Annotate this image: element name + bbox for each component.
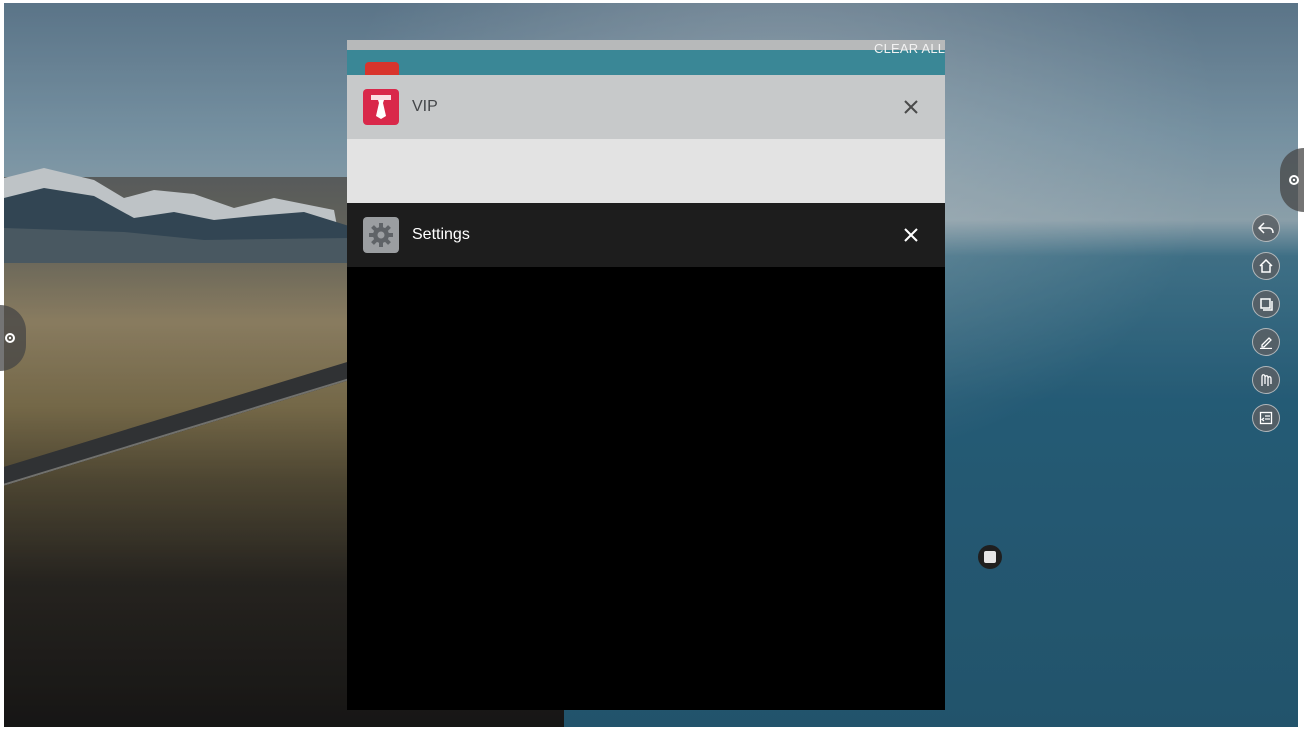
recent-card-edge bbox=[347, 40, 945, 50]
recent-card-header[interactable]: Settings bbox=[347, 203, 945, 267]
recent-card-settings[interactable]: Settings bbox=[347, 203, 945, 710]
touch-tool-button[interactable] bbox=[1252, 366, 1280, 394]
recent-apps-button[interactable] bbox=[1252, 290, 1280, 318]
home-icon bbox=[1259, 259, 1273, 273]
right-toolbar bbox=[1252, 214, 1282, 442]
close-icon bbox=[904, 228, 918, 242]
close-settings-button[interactable] bbox=[893, 217, 929, 253]
annotate-button[interactable] bbox=[1252, 328, 1280, 356]
recent-card-title: Settings bbox=[412, 226, 470, 243]
clear-all-button[interactable]: CLEAR ALL bbox=[874, 41, 945, 56]
recent-card-vip[interactable]: VIP bbox=[347, 75, 945, 203]
recent-card-preview[interactable] bbox=[347, 139, 945, 203]
back-button[interactable] bbox=[1252, 214, 1280, 242]
recent-card-title: VIP bbox=[412, 98, 438, 115]
recent-apps-panel: VIP Settings bbox=[347, 40, 945, 710]
floating-menu-button[interactable] bbox=[978, 545, 1002, 569]
recent-card-background-app[interactable] bbox=[347, 50, 945, 76]
touch-tool-icon bbox=[1261, 374, 1272, 386]
sidebar-panel-icon bbox=[1259, 411, 1273, 425]
home-button[interactable] bbox=[1252, 252, 1280, 280]
settings-icon bbox=[1289, 175, 1299, 185]
tie-icon bbox=[363, 89, 399, 125]
settings-icon bbox=[5, 333, 15, 343]
gear-icon bbox=[363, 217, 399, 253]
annotate-icon bbox=[1260, 337, 1272, 349]
background-app-icon bbox=[365, 62, 399, 76]
back-icon bbox=[1258, 222, 1274, 234]
recent-card-header[interactable]: VIP bbox=[347, 75, 945, 139]
sidebar-panel-button[interactable] bbox=[1252, 404, 1280, 432]
recent-apps-icon bbox=[1260, 298, 1273, 311]
floating-button-icon bbox=[984, 551, 996, 563]
close-icon bbox=[904, 100, 918, 114]
close-vip-button[interactable] bbox=[893, 89, 929, 125]
